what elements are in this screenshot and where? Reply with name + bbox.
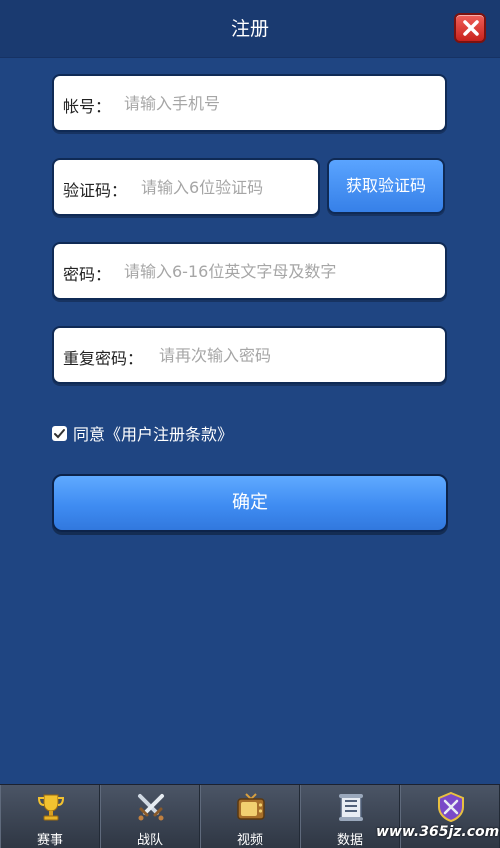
password-label: 密码： bbox=[63, 265, 112, 284]
watermark: www.365jz.com bbox=[376, 824, 500, 840]
checkmark-icon bbox=[54, 428, 65, 438]
account-input[interactable] bbox=[124, 84, 434, 122]
account-field: 帐号： bbox=[52, 74, 447, 132]
scroll-icon bbox=[339, 794, 363, 821]
tab-video[interactable]: 视频 bbox=[200, 785, 300, 848]
account-label: 帐号： bbox=[63, 97, 112, 116]
header: 注册 bbox=[0, 0, 500, 58]
get-code-button[interactable]: 获取验证码 bbox=[327, 158, 445, 214]
password-field: 密码： bbox=[52, 242, 447, 300]
close-button[interactable] bbox=[454, 13, 486, 43]
tab-label: 赛事 bbox=[36, 833, 63, 848]
code-field: 验证码： bbox=[52, 158, 320, 216]
code-input[interactable] bbox=[141, 168, 316, 206]
repeat-password-label: 重复密码： bbox=[63, 349, 144, 368]
code-label: 验证码： bbox=[63, 181, 128, 200]
close-icon bbox=[463, 20, 479, 36]
tab-label: 视频 bbox=[236, 833, 263, 848]
repeat-password-input[interactable] bbox=[159, 336, 439, 374]
tab-label: 战队 bbox=[136, 833, 163, 848]
confirm-button[interactable]: 确定 bbox=[52, 474, 448, 532]
shield-icon bbox=[438, 791, 464, 823]
trophy-icon bbox=[37, 794, 65, 821]
tab-events[interactable]: 赛事 bbox=[0, 785, 100, 848]
agreement-text[interactable]: 同意《用户注册条款》 bbox=[73, 421, 233, 445]
password-input[interactable] bbox=[124, 252, 444, 290]
agreement-checkbox[interactable] bbox=[52, 425, 67, 441]
tv-icon bbox=[237, 793, 265, 820]
repeat-password-field: 重复密码： bbox=[52, 326, 447, 384]
page-title: 注册 bbox=[230, 18, 269, 40]
tab-team[interactable]: 战队 bbox=[100, 785, 200, 848]
crossed-swords-icon bbox=[138, 794, 164, 821]
agreement-row: 同意《用户注册条款》 bbox=[52, 422, 233, 444]
